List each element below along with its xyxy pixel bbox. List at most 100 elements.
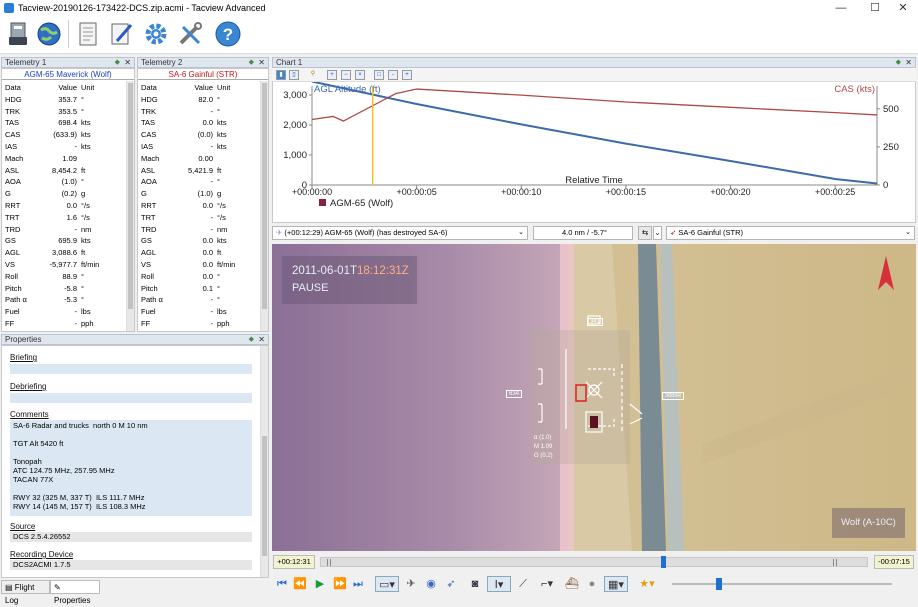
target-dropdown[interactable]: ➶ SA-6 Gainful (STR) ⌄ (666, 226, 915, 240)
chart-page-icon[interactable]: □ (374, 70, 384, 80)
pin-icon[interactable]: ◆ (115, 58, 120, 67)
telemetry2-header: Telemetry 2 ◆ ✕ (137, 57, 269, 68)
chart-header: Chart 1 ◆ ✕ (272, 57, 916, 68)
timeline-thumb[interactable] (660, 556, 666, 568)
briefing-field[interactable] (10, 364, 252, 374)
telemetry-value: - (74, 307, 78, 317)
pin-icon[interactable]: ◆ (896, 58, 901, 67)
x-tick-label: +00:00:15 (606, 187, 646, 197)
telemetry1-entity[interactable]: AGM-65 Maverick (Wolf) (2, 69, 134, 80)
chart-toolbar: ▮ ▯ ⚲ + − × □ - + (272, 68, 916, 82)
gear-icon[interactable] (141, 19, 171, 49)
cockpit-icon[interactable]: ◙ (467, 576, 483, 592)
close-icon[interactable]: ✕ (905, 58, 912, 67)
flight-log-icon: ▤ (5, 583, 13, 592)
close-icon[interactable]: ✕ (258, 335, 265, 344)
telemetry2-scrollbar[interactable] (260, 81, 268, 331)
telemetry1-title: Telemetry 1 (5, 58, 47, 67)
legend-swatch (319, 199, 326, 206)
telemetry-unit: ft (81, 165, 86, 175)
fast-forward-icon[interactable]: ⏩ (332, 576, 348, 592)
pen-document-icon[interactable] (107, 19, 137, 49)
telemetry-unit: Unit (81, 83, 95, 92)
debriefing-field[interactable] (10, 393, 252, 403)
tab-flight-log[interactable]: ▤ Flight Log (1, 580, 50, 605)
tools-icon[interactable] (175, 19, 205, 49)
axes-icon[interactable]: ⟋ (515, 576, 531, 592)
title-bar: Tacview-20190126-173422-DCS.zip.acmi - T… (0, 0, 918, 16)
document-icon[interactable] (73, 19, 103, 49)
aircraft-icon[interactable]: ✈ (403, 576, 419, 592)
telemetry-unit: kts (217, 142, 227, 151)
missile-icon[interactable]: ➶ (443, 576, 459, 592)
speed-thumb[interactable] (716, 578, 722, 590)
properties-scrollbar[interactable] (260, 346, 268, 577)
pin-icon[interactable]: ◆ (249, 58, 254, 67)
rewind-icon[interactable]: ⏪ (292, 576, 308, 592)
telemetry-value: - (210, 295, 214, 305)
maximize-button[interactable]: ☐ (860, 0, 890, 16)
speed-slider[interactable] (672, 578, 892, 590)
camera-view-icon[interactable]: ▭▾ (375, 576, 399, 592)
globe-icon[interactable] (34, 19, 64, 49)
3d-view[interactable]: 2011-06-01T18:12:31Z PAUSE 341 634 3089R… (272, 244, 916, 551)
start-marker[interactable] (327, 559, 331, 566)
telemetry-value: 0.0 (66, 201, 77, 210)
tab-properties[interactable]: ✎ Properties (50, 580, 100, 605)
chart-split-icon[interactable]: ▯ (289, 70, 299, 80)
close-icon[interactable]: ✕ (124, 58, 131, 67)
chart-add-icon[interactable]: + (327, 70, 337, 80)
comments-field[interactable]: SA-6 Radar and trucks north 0 M 10 nm TG… (10, 420, 252, 516)
skip-start-icon[interactable]: ⏮ (274, 576, 290, 592)
swap-icon[interactable]: ⇆ (638, 226, 652, 240)
telemetry-unit: nm (217, 224, 228, 234)
telemetry-value: Value (58, 83, 77, 92)
chevron-down-icon: ⌄ (905, 229, 911, 236)
telemetry-unit: ° (217, 177, 220, 187)
chart-svg[interactable]: 3,0002,0001,00005002500+00:00:00 +00:00:0… (272, 82, 916, 222)
telemetry-value: Value (194, 83, 213, 92)
timeline-track[interactable] (320, 556, 868, 568)
chart-zoom-in-icon[interactable]: + (402, 70, 412, 80)
star-icon[interactable]: ★▾ (636, 576, 658, 592)
properties-icon: ✎ (54, 583, 61, 592)
telemetry-unit: kts (81, 130, 91, 140)
sphere-icon[interactable]: ● (584, 576, 600, 592)
telemetry-value: - (210, 212, 214, 222)
chevron-down-icon: ⌄ (518, 229, 524, 236)
telemetry1-header: Telemetry 1 ◆ ✕ (1, 57, 135, 68)
telemetry-value: -5,977.7 (49, 260, 77, 269)
event-dropdown[interactable]: ✈ (+00:12:29) AGM-65 (Wolf) (has destroy… (272, 226, 528, 240)
chart-remove-icon[interactable]: − (341, 70, 351, 80)
chart-zoom-icon[interactable]: ⚲ (308, 70, 318, 80)
chart-zoom-out-icon[interactable]: - (388, 70, 398, 80)
end-marker[interactable] (833, 559, 837, 566)
telemetry2-entity[interactable]: SA-6 Gainful (STR) (138, 69, 268, 80)
telemetry-value: 0.0 (202, 236, 213, 246)
telemetry1-scrollbar[interactable] (126, 81, 134, 331)
help-icon[interactable]: ? (213, 19, 243, 49)
layout-icon[interactable]: ▦▾ (604, 576, 628, 592)
pin-icon[interactable]: ◆ (249, 335, 254, 344)
callsign-label[interactable]: Wolf (A-10C) (832, 508, 905, 538)
minimize-button[interactable]: — (826, 0, 856, 16)
hud-right-readout: 3089R (662, 392, 685, 400)
flash-drive-icon[interactable] (3, 19, 33, 49)
play-icon[interactable]: ▶ (312, 576, 328, 592)
telemetry-unit: lbs (217, 307, 227, 317)
track-icon[interactable]: ⌐▾ (535, 576, 559, 592)
close-button[interactable]: ✕ (888, 0, 918, 16)
telemetry-value: (0.2) (61, 189, 77, 199)
skip-end-icon[interactable]: ⏭ (350, 576, 366, 592)
ship-icon[interactable]: ⛴ (564, 576, 580, 592)
telemetry-value: - (210, 224, 214, 234)
globe-icon[interactable]: ◉ (423, 576, 439, 592)
chart-clear-icon[interactable]: × (355, 70, 365, 80)
chevron-down-icon[interactable]: ⌄ (653, 226, 662, 240)
text-cursor-icon[interactable]: Ⅰ▾ (487, 576, 511, 592)
chart-mode-icon[interactable]: ▮ (276, 70, 286, 80)
telemetry-unit: ° (81, 271, 84, 281)
close-icon[interactable]: ✕ (258, 58, 265, 67)
telemetry-value: 5,421.9 (187, 165, 213, 175)
comments-label: Comments (10, 410, 49, 419)
